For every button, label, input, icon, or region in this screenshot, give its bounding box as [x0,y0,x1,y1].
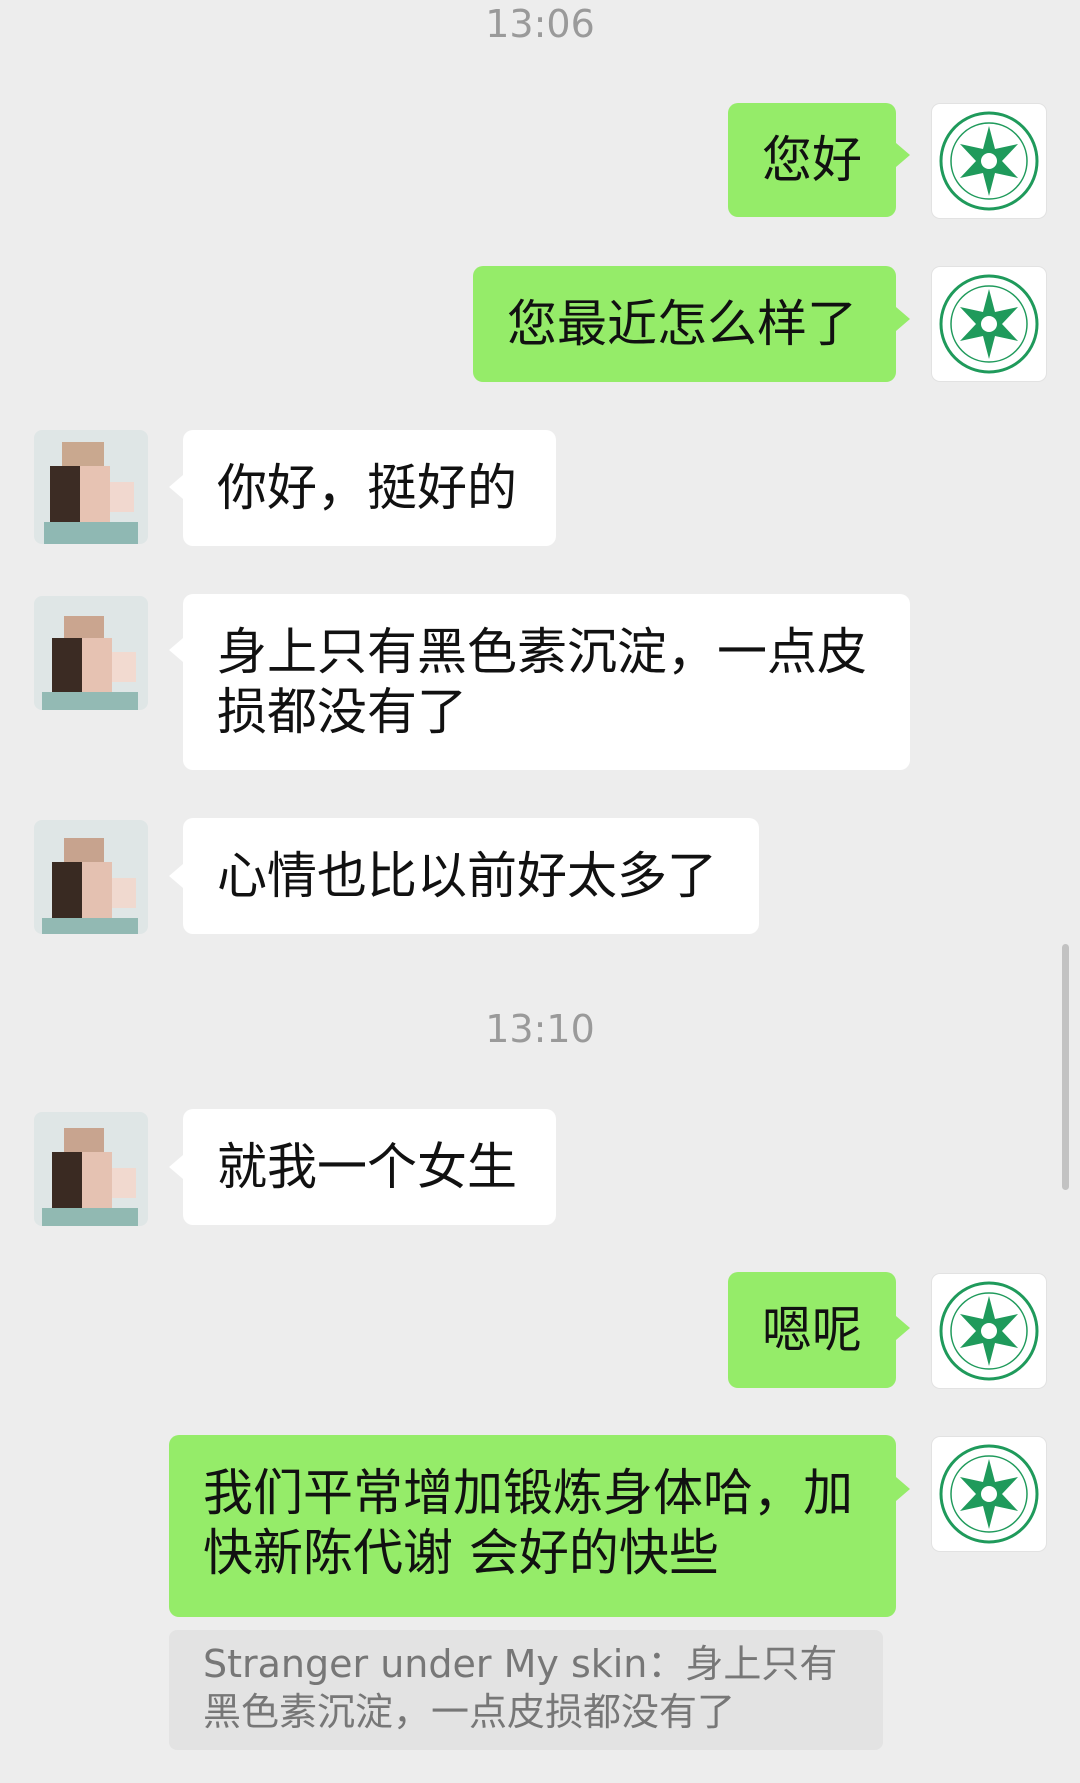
self-avatar[interactable] [932,1437,1046,1551]
self-avatar[interactable] [932,104,1046,218]
compass-seal-icon [939,274,1039,374]
compass-seal-icon [939,111,1039,211]
contact-avatar[interactable] [34,430,148,544]
message-bubble-incoming[interactable]: 身上只有黑色素沉淀，一点皮 损都没有了 [183,594,910,770]
message-bubble-outgoing[interactable]: 您最近怎么样了 [473,266,896,382]
message-bubble-incoming[interactable]: 就我一个女生 [183,1109,556,1225]
message-bubble-outgoing[interactable]: 嗯呢 [728,1272,896,1388]
self-avatar[interactable] [932,267,1046,381]
message-text: 身上只有黑色素沉淀，一点皮 损都没有了 [217,623,867,741]
message-text: 你好，挺好的 [217,459,517,517]
message-text: 就我一个女生 [217,1138,517,1196]
compass-seal-icon [939,1281,1039,1381]
self-avatar[interactable] [932,1274,1046,1388]
message-text: 我们平常增加锻炼身体哈，加 快新陈代谢 会好的快些 [203,1464,853,1582]
quoted-message[interactable]: Stranger under My skin：身上只有 黑色素沉淀，一点皮损都没… [169,1630,883,1750]
contact-avatar[interactable] [34,596,148,710]
timestamp: 13:10 [485,1007,595,1051]
message-text: 您最近怎么样了 [507,295,857,353]
contact-avatar[interactable] [34,1112,148,1226]
compass-seal-icon [939,1444,1039,1544]
contact-avatar[interactable] [34,820,148,934]
message-bubble-incoming[interactable]: 心情也比以前好太多了 [183,818,759,934]
message-text: 您好 [762,131,862,189]
quoted-message-text: Stranger under My skin：身上只有 黑色素沉淀，一点皮损都没… [203,1642,838,1734]
message-bubble-incoming[interactable]: 你好，挺好的 [183,430,556,546]
message-bubble-outgoing[interactable]: 我们平常增加锻炼身体哈，加 快新陈代谢 会好的快些 [169,1435,896,1617]
scrollbar[interactable] [1062,944,1069,1190]
message-text: 心情也比以前好太多了 [217,847,717,905]
message-bubble-outgoing[interactable]: 您好 [728,103,896,217]
timestamp: 13:06 [485,2,595,46]
message-text: 嗯呢 [762,1301,862,1359]
